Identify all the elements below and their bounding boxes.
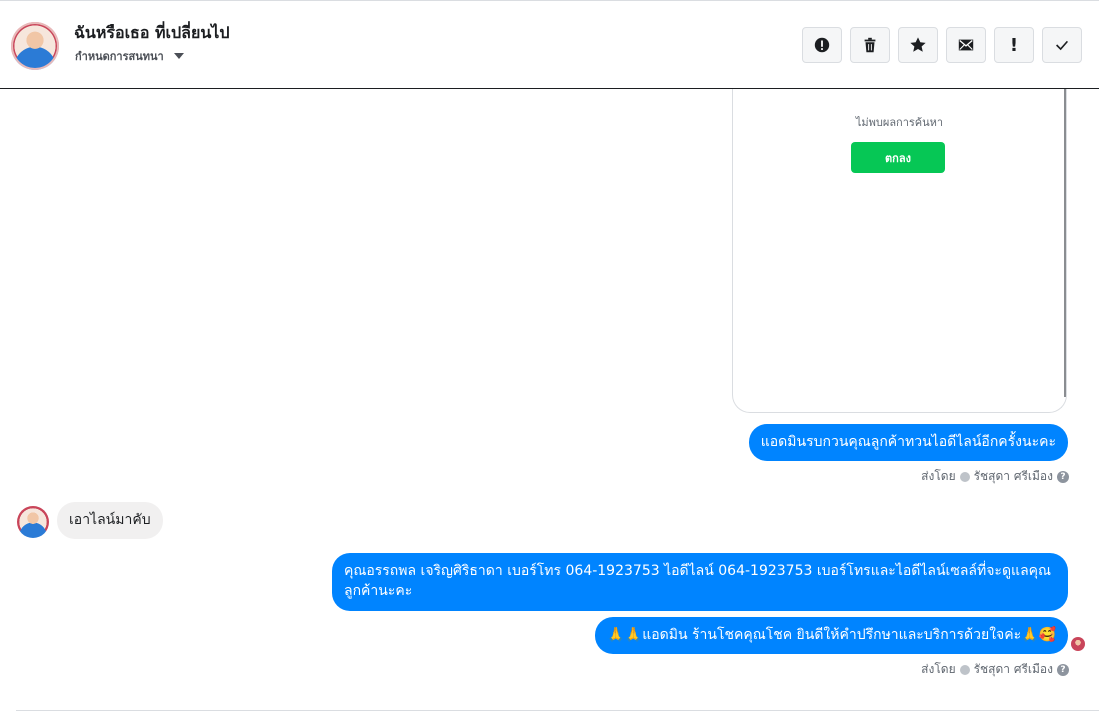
- outgoing-message[interactable]: 🙏🙏แอดมิน ร้านโชคคุณโชค ยินดีให้คำปรึกษาแ…: [595, 617, 1068, 654]
- envelope-icon: [958, 39, 974, 51]
- help-icon[interactable]: ?: [1057, 663, 1069, 676]
- sent-by-prefix: ส่งโดย: [921, 662, 956, 676]
- sent-check-icon: [959, 471, 970, 482]
- star-button[interactable]: [898, 27, 938, 63]
- sent-by-agent[interactable]: รัชสุดา ศรีเมือง: [974, 467, 1053, 486]
- sent-check-icon: [959, 664, 970, 675]
- outgoing-message[interactable]: แอดมินรบกวนคุณลูกค้าทวนไอดีไลน์อีกครั้งน…: [748, 424, 1068, 461]
- composer-divider: [16, 710, 1099, 711]
- caret-down-icon: [173, 53, 184, 59]
- mark-unread-button[interactable]: [946, 27, 986, 63]
- sent-by-agent[interactable]: รัชสุดา ศรีเมือง: [974, 660, 1053, 679]
- contact-avatar[interactable]: [11, 22, 59, 70]
- spam-button[interactable]: [802, 27, 842, 63]
- sent-by-prefix: ส่งโดย: [921, 469, 956, 483]
- shared-image-card[interactable]: ไม่พบผลการค้นหา ตกลง: [732, 89, 1067, 413]
- exclamation-icon: !: [1009, 34, 1019, 56]
- sent-by-info: ส่งโดย รัชสุดา ศรีเมือง ?: [921, 467, 1069, 486]
- outgoing-message[interactable]: คุณอรรถพล เจริญศิริธาดา เบอร์โทร 064-192…: [332, 553, 1068, 611]
- delete-button[interactable]: [850, 27, 890, 63]
- assign-label: กำหนดการสนทนา: [75, 50, 164, 63]
- sent-by-info: ส่งโดย รัชสุดา ศรีเมือง ?: [921, 660, 1069, 679]
- seen-avatar: [1071, 637, 1085, 651]
- assign-conversation-dropdown[interactable]: กำหนดการสนทนา: [75, 47, 184, 65]
- star-icon: [910, 37, 926, 52]
- incoming-message[interactable]: เอาไลน์มาคับ: [57, 502, 163, 539]
- important-button[interactable]: !: [994, 27, 1034, 63]
- ok-button-image: ตกลง: [851, 142, 945, 173]
- trash-icon: [864, 37, 876, 53]
- alert-circle-icon: [814, 37, 830, 53]
- contact-avatar-small[interactable]: [17, 506, 49, 538]
- help-icon[interactable]: ?: [1057, 470, 1069, 483]
- contact-name[interactable]: ฉันหรือเธอ ที่เปลี่ยนไป: [74, 21, 230, 46]
- checkmark-icon: [1056, 40, 1069, 51]
- no-result-text: ไม่พบผลการค้นหา: [855, 116, 944, 129]
- conversation-header: ฉันหรือเธอ ที่เปลี่ยนไป กำหนดการสนทนา !: [0, 0, 1099, 89]
- mark-done-button[interactable]: [1042, 27, 1082, 63]
